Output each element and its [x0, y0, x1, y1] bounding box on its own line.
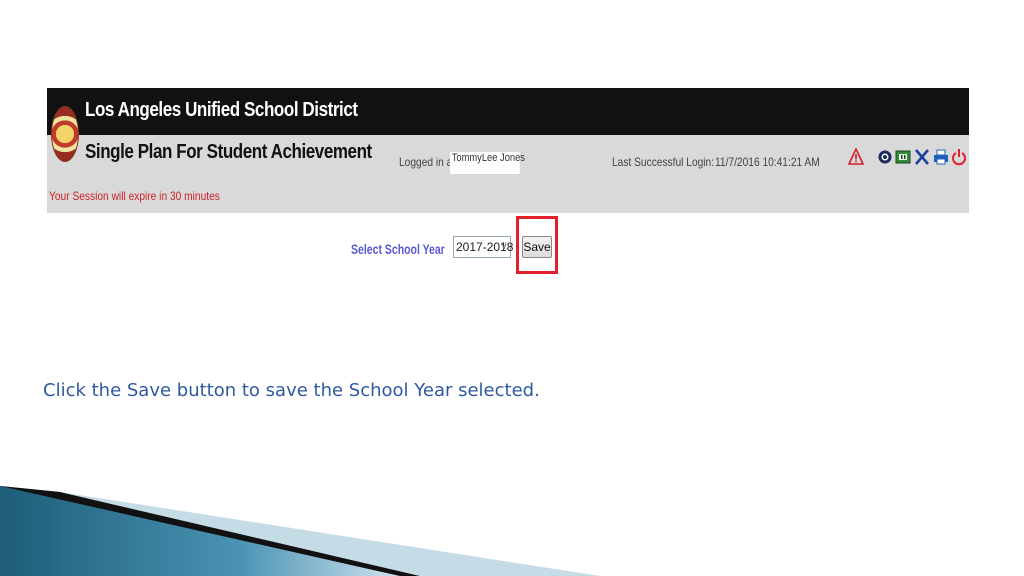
warning-icon[interactable] [848, 147, 864, 167]
save-button[interactable]: Save [522, 236, 552, 258]
help-icon[interactable] [877, 147, 893, 167]
session-expiry-notice: Your Session will expire in 30 minutes [49, 189, 220, 203]
decorative-swoosh [0, 486, 600, 576]
last-login-value: 11/7/2016 10:41:21 AM [715, 155, 820, 169]
app-screenshot: Los Angeles Unified School District Sing… [47, 88, 969, 213]
district-name: Los Angeles Unified School District [85, 99, 358, 121]
tools-icon[interactable] [914, 147, 930, 167]
logged-in-user: TommyLee Jones [450, 152, 525, 174]
select-school-year-label: Select School Year [351, 241, 445, 257]
school-year-dropdown[interactable]: 2017-2018 ∨ [453, 236, 513, 258]
last-login-label: Last Successful Login: [612, 155, 715, 169]
power-icon[interactable] [951, 147, 967, 167]
instruction-text: Click the Save button to save the School… [43, 380, 540, 401]
app-title: Single Plan For Student Achievement [85, 141, 372, 163]
chevron-down-icon: ∨ [499, 240, 508, 252]
header-top-bar: Los Angeles Unified School District [47, 88, 969, 135]
calendar-icon[interactable] [895, 147, 911, 167]
print-icon[interactable] [933, 147, 949, 167]
district-seal-logo [51, 106, 79, 162]
